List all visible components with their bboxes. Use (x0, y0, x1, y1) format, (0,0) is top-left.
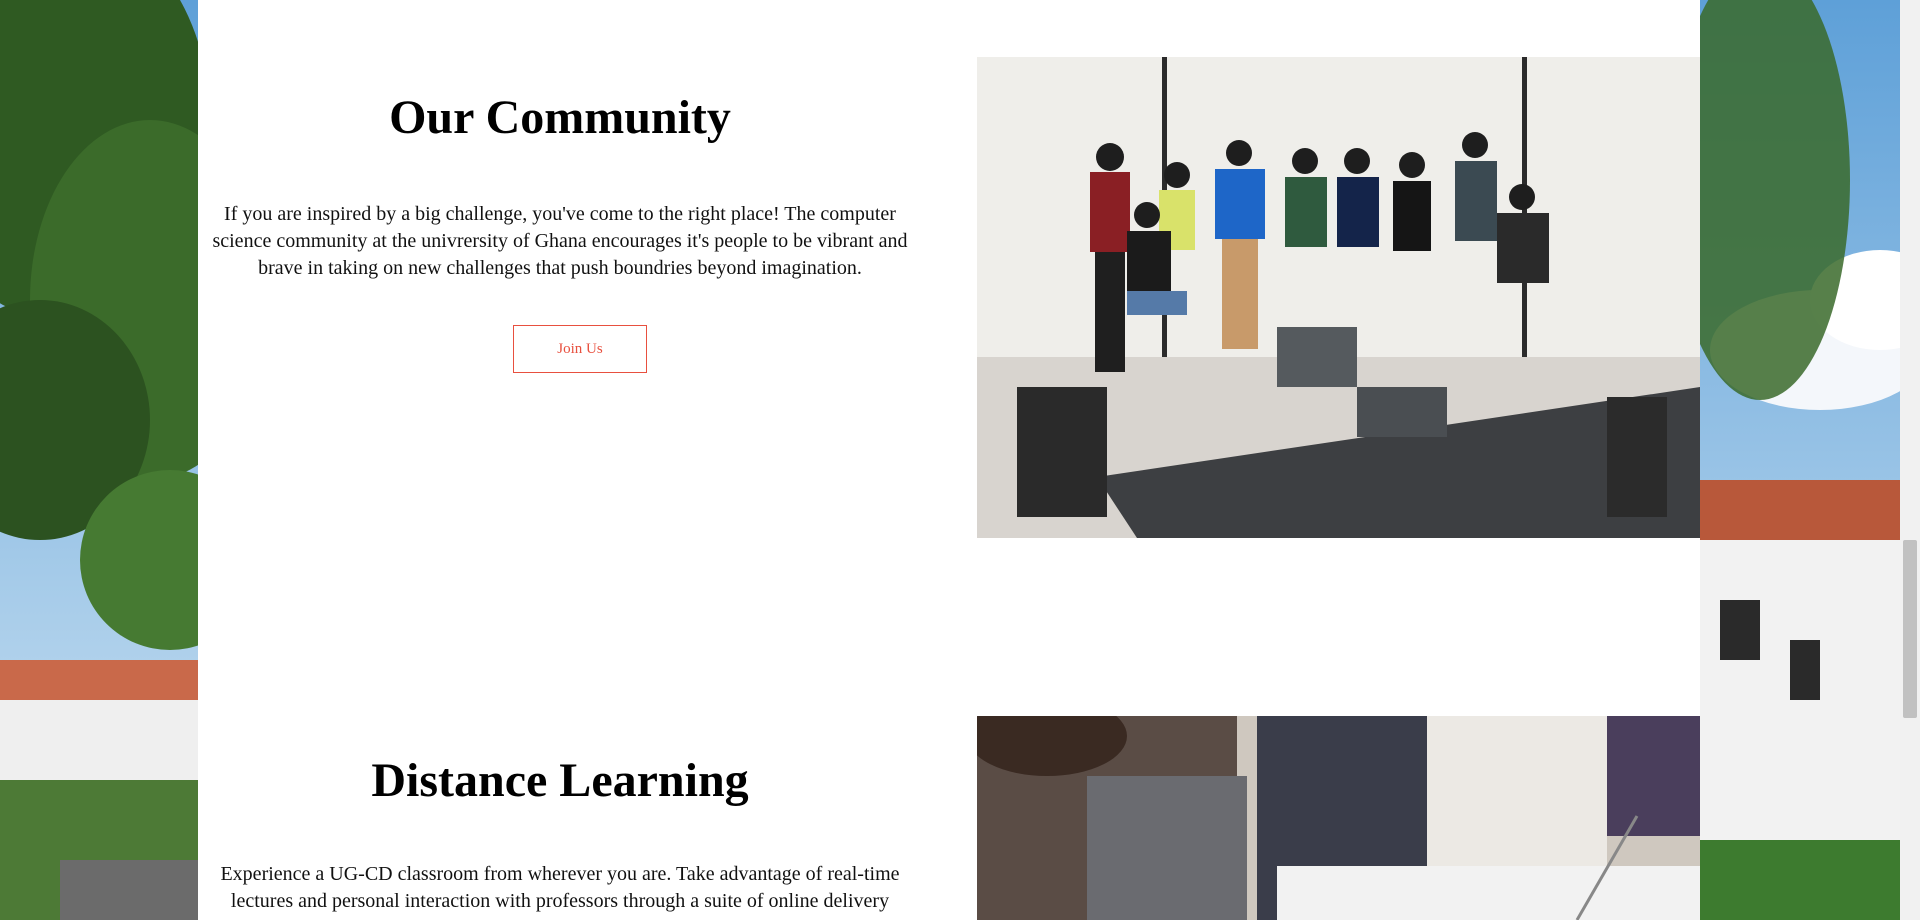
main-content-panel: Our Community If you are inspired by a b… (198, 0, 1700, 920)
join-us-button[interactable]: Join Us (513, 325, 647, 373)
scrollbar-thumb[interactable] (1903, 540, 1917, 718)
distance-learning-photo (977, 716, 1700, 920)
distance-learning-description: Experience a UG-CD classroom from wherev… (220, 863, 900, 912)
distance-learning-section: Distance Learning Experience a UG-CD cla… (198, 600, 1700, 920)
community-description: If you are inspired by a big challenge, … (212, 203, 908, 279)
distance-learning-title: Distance Learning (371, 754, 749, 807)
community-group-photo (977, 57, 1700, 538)
community-section: Our Community If you are inspired by a b… (198, 0, 1700, 600)
community-title: Our Community (389, 91, 731, 144)
page-scrollbar[interactable] (1900, 0, 1920, 920)
